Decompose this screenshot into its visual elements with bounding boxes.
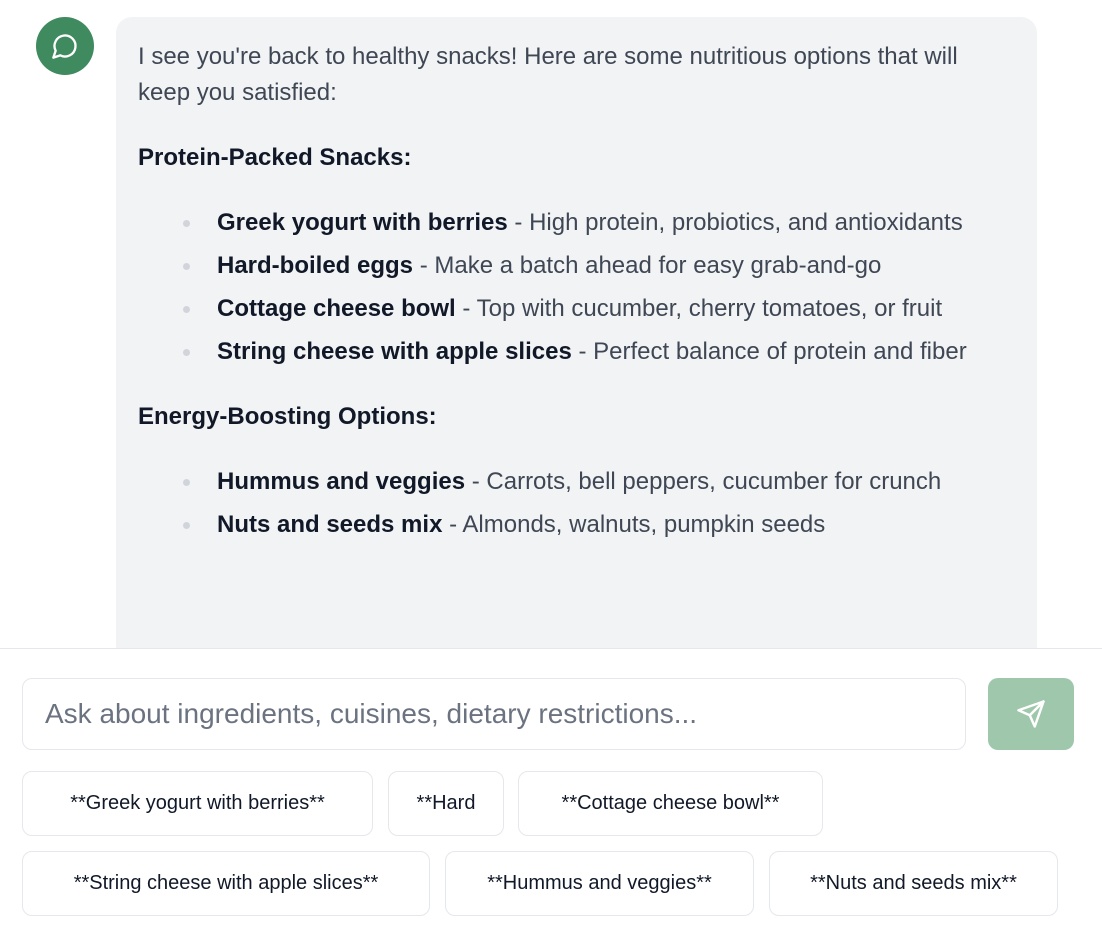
chat-messages: I see you're back to healthy snacks! Her…	[0, 0, 1102, 648]
item-desc: - Carrots, bell peppers, cucumber for cr…	[465, 468, 942, 495]
suggestion-chip[interactable]: **Cottage cheese bowl**	[518, 771, 823, 836]
item-name: Nuts and seeds mix	[217, 511, 443, 538]
item-name: Greek yogurt with berries	[217, 209, 508, 236]
item-desc: - Make a batch ahead for easy grab-and-g…	[413, 252, 882, 279]
bullet	[183, 306, 190, 313]
item-desc: - Top with cucumber, cherry tomatoes, or…	[455, 295, 943, 322]
list-item: String cheese with apple slices - Perfec…	[138, 334, 1015, 370]
list-item: Hummus and veggies - Carrots, bell peppe…	[138, 464, 1015, 500]
protein-snack-list: Greek yogurt with berries - High protein…	[138, 205, 1015, 370]
item-name: Hard-boiled eggs	[217, 252, 414, 279]
paper-plane-icon	[1017, 700, 1045, 728]
suggestion-chip[interactable]: **Hard	[388, 771, 504, 836]
list-item: Greek yogurt with berries - High protein…	[138, 205, 1015, 241]
chat-bubble-icon	[52, 34, 77, 59]
item-desc: - High protein, probiotics, and antioxid…	[507, 209, 963, 236]
item-desc: - Almonds, walnuts, pumpkin seeds	[442, 511, 826, 538]
message-intro: I see you're back to healthy snacks! Her…	[138, 43, 958, 106]
assistant-message: I see you're back to healthy snacks! Her…	[116, 17, 1037, 648]
send-button[interactable]	[988, 678, 1074, 750]
item-name: Hummus and veggies	[217, 468, 466, 495]
item-name: String cheese with apple slices	[217, 338, 572, 365]
bullet	[183, 479, 190, 486]
suggestion-chip[interactable]: **String cheese with apple slices**	[22, 851, 430, 916]
suggestion-chip[interactable]: **Hummus and veggies**	[445, 851, 754, 916]
suggestion-chip[interactable]: **Nuts and seeds mix**	[769, 851, 1058, 916]
list-item: Hard-boiled eggs - Make a batch ahead fo…	[138, 248, 1015, 284]
chat-input[interactable]	[22, 678, 966, 750]
item-name: Cottage cheese bowl	[217, 295, 456, 322]
assistant-avatar	[36, 17, 94, 75]
bullet	[183, 349, 190, 356]
list-item: Cottage cheese bowl - Top with cucumber,…	[138, 291, 1015, 327]
energy-snack-list: Hummus and veggies - Carrots, bell peppe…	[138, 464, 1015, 543]
section-title-protein: Protein-Packed Snacks:	[138, 144, 412, 171]
item-desc: - Perfect balance of protein and fiber	[571, 338, 967, 365]
list-item: Nuts and seeds mix - Almonds, walnuts, p…	[138, 507, 1015, 543]
composer: **Greek yogurt with berries** **Hard **C…	[0, 649, 1102, 938]
bullet	[183, 522, 190, 529]
suggestion-chip[interactable]: **Greek yogurt with berries**	[22, 771, 373, 836]
bullet	[183, 220, 190, 227]
section-title-energy: Energy-Boosting Options:	[138, 403, 437, 430]
bullet	[183, 263, 190, 270]
